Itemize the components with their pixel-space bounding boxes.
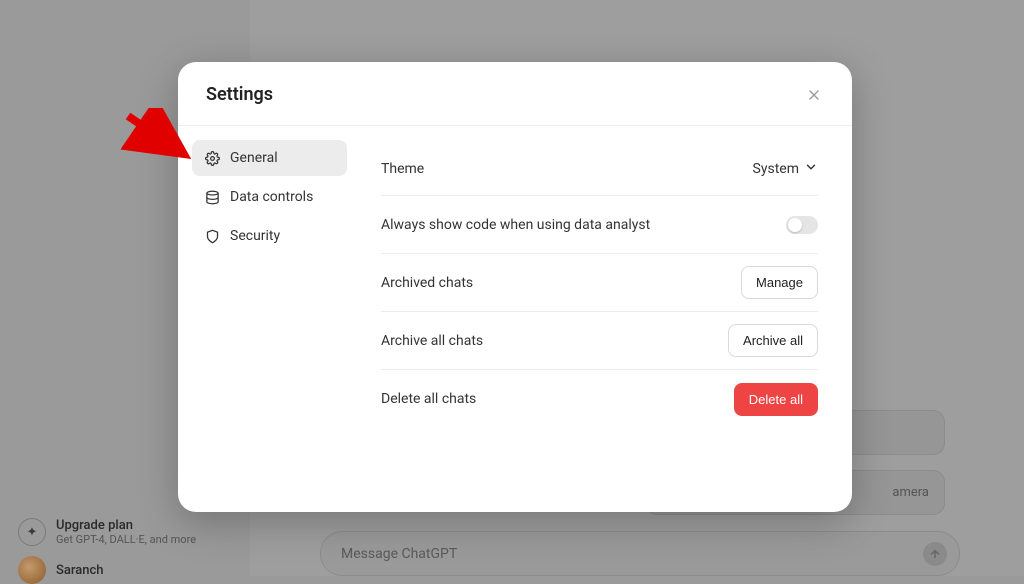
setting-archived-chats: Archived chats Manage [381,254,818,312]
close-button[interactable] [804,85,824,105]
toggle-knob [788,218,802,232]
setting-label: Theme [381,161,424,177]
modal-header: Settings [178,62,852,126]
nav-item-data-controls[interactable]: Data controls [192,179,347,215]
setting-label: Always show code when using data analyst [381,217,650,233]
chevron-down-icon [804,160,818,178]
gear-icon [204,150,220,166]
theme-value: System [753,161,799,177]
settings-nav: General Data controls Security [192,140,357,502]
upgrade-title: Upgrade plan [56,518,196,533]
code-toggle[interactable] [786,216,818,234]
message-input-box[interactable]: Message ChatGPT [320,531,960,576]
bg-card-camera-text: amera [892,485,929,500]
avatar [18,556,46,584]
archive-all-button[interactable]: Archive all [728,324,818,357]
manage-button[interactable]: Manage [741,266,818,299]
sparkle-icon: ✦ [18,518,46,546]
delete-all-button[interactable]: Delete all [734,383,818,416]
settings-modal: Settings General Data controls [178,62,852,512]
settings-content: Theme System Always show code when using… [357,140,852,502]
setting-label: Archive all chats [381,333,483,349]
database-icon [204,189,220,205]
modal-title: Settings [206,84,273,105]
upgrade-subtitle: Get GPT-4, DALL·E, and more [56,533,196,546]
user-avatar-row[interactable]: Saranch [18,556,104,584]
setting-theme: Theme System [381,156,818,196]
nav-item-security[interactable]: Security [192,218,347,254]
upgrade-plan[interactable]: ✦ Upgrade plan Get GPT-4, DALL·E, and mo… [18,518,196,546]
avatar-name: Saranch [56,563,104,578]
nav-item-label: Data controls [230,189,313,205]
nav-item-general[interactable]: General [192,140,347,176]
setting-archive-all: Archive all chats Archive all [381,312,818,370]
setting-delete-all: Delete all chats Delete all [381,370,818,428]
send-icon[interactable] [923,542,947,566]
message-placeholder: Message ChatGPT [341,546,457,562]
nav-item-label: Security [230,228,280,244]
setting-label: Archived chats [381,275,473,291]
setting-code-toggle: Always show code when using data analyst [381,196,818,254]
shield-icon [204,228,220,244]
nav-item-label: General [230,150,278,166]
setting-label: Delete all chats [381,391,476,407]
modal-body: General Data controls Security Theme Sys… [178,126,852,512]
theme-select[interactable]: System [753,160,818,178]
